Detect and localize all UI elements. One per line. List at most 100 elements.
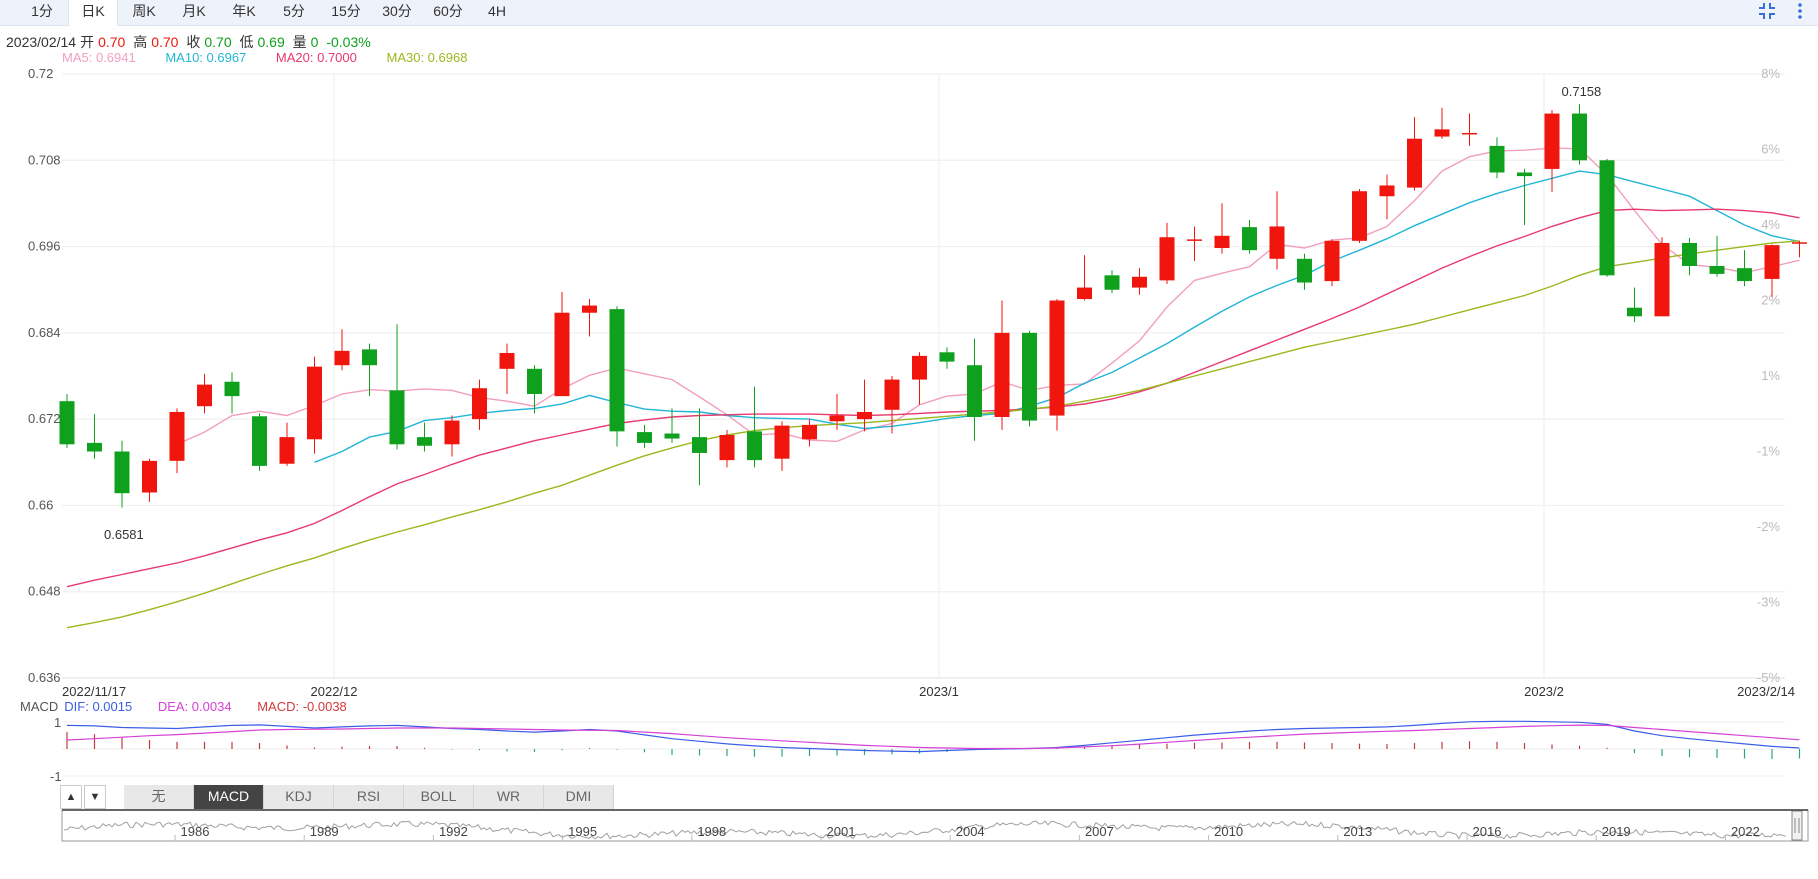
price-tick-label: 0.648 [28,584,61,599]
candle [362,343,377,397]
candle [1737,250,1752,287]
candle-body [1132,276,1147,288]
macd-title: MACD [20,699,59,714]
navigator-year-label: 2004 [956,824,985,839]
candle [114,440,130,508]
candle-body [142,460,157,493]
candle-body [1709,265,1725,274]
candle [774,421,790,471]
candle [1132,268,1147,295]
candle [1654,237,1670,317]
candle [582,299,597,337]
candle [169,408,185,474]
ma30-line [66,240,1800,629]
candle [747,386,762,468]
navigator-year-label: 1989 [310,824,339,839]
candle [1434,107,1450,139]
candle-body [554,312,570,397]
candle [994,300,1010,430]
price-tick-label: 0.72 [28,66,53,81]
date-axis-label: 2023/2 [1524,684,1564,699]
candle-body [637,432,652,443]
navigator-year-label: 2016 [1473,824,1502,839]
indicator-tab-wr[interactable]: WR [474,785,544,809]
candle [1379,174,1395,220]
candle [417,422,432,452]
candle [719,429,735,468]
candle-body [747,431,762,461]
percent-tick-label: -3% [1757,595,1781,610]
candle [142,458,157,502]
candle [527,365,542,414]
price-annotations: 0.7158 0.6581 [104,84,1601,542]
candle [59,393,75,448]
candle-body [279,437,295,464]
ma20-line [66,208,1800,588]
navigator-year-label: 2010 [1214,824,1243,839]
candle [1297,253,1312,290]
candle-body [224,381,240,397]
candle-body [582,305,597,313]
candle-body [1077,287,1092,300]
candle [1187,226,1202,261]
candle [1572,104,1587,165]
candle-body [1352,191,1367,241]
candle-body [719,434,735,461]
navigator-year-label: 2007 [1085,824,1114,839]
navigator-year-label: 2022 [1731,824,1760,839]
candle [389,324,405,450]
date-axis-label: 2023/2/14 [1737,684,1795,699]
macd-value: MACD: -0.0038 [257,699,347,714]
candle [1682,237,1697,276]
candlestick-chart[interactable]: 0.72 0.708 0.696 0.684 0.672 0.66 0.648 0.636 8… [0,0,1818,879]
candle [1792,240,1807,258]
price-tick-label: 0.636 [28,670,61,685]
candle [1764,244,1780,297]
candle-body [1599,160,1615,276]
candle-body [417,437,432,446]
candle [554,291,570,397]
candle [609,306,625,447]
percent-tick-label: -2% [1757,519,1781,534]
macd-legend: MACD DIF: 0.0015 DEA: 0.0034 MACD: -0.003… [20,699,369,714]
candle-body [169,411,185,461]
navigator-year-label: 2019 [1602,824,1631,839]
candle [444,415,460,457]
candle [1242,219,1257,254]
candle-body [472,388,487,420]
down-arrow-button[interactable]: ▼ [84,785,106,809]
candle-body [252,416,267,466]
up-arrow-button[interactable]: ▲ [60,785,82,809]
candle [499,343,515,394]
candle [197,373,212,414]
candle-body [1297,258,1312,283]
indicator-tab-boll[interactable]: BOLL [404,785,474,809]
candle-body [389,390,405,445]
candle-body [59,401,75,445]
indicator-tab-dmi[interactable]: DMI [544,785,614,809]
candle-body [1407,138,1422,188]
candle [1214,203,1230,254]
indicator-tab-rsi[interactable]: RSI [334,785,404,809]
candle-body [1654,242,1670,317]
candle [967,338,982,441]
navigator-year-label: 2001 [827,824,856,839]
candle-body [1682,242,1697,266]
candle-body [692,437,707,453]
indicator-tab-macd[interactable]: MACD [194,785,264,809]
dea-line [66,724,1800,750]
candle-body [334,350,350,366]
date-axis-label: 2022/11/17 [62,684,126,699]
candle [224,372,240,414]
candle [307,356,322,454]
navigator-year-label: 2013 [1343,824,1372,839]
candle [939,347,955,369]
candle-body [1462,132,1477,135]
price-tick-label: 0.696 [28,239,61,254]
navigator-year-label: 1995 [568,824,597,839]
candle-body [499,352,515,369]
candle-body [1242,227,1257,251]
indicator-tab-kdj[interactable]: KDJ [264,785,334,809]
navigator-year-label: 1998 [697,824,726,839]
indicator-tab-none[interactable]: 无 [124,785,194,809]
